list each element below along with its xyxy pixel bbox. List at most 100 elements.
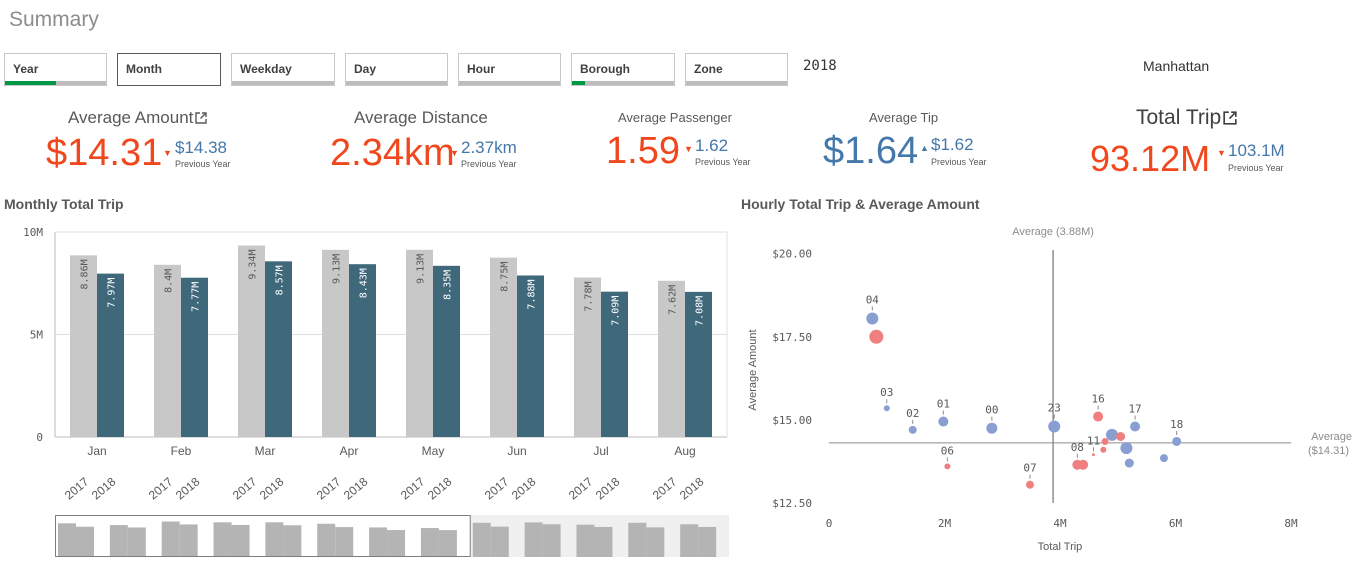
point-label: 03: [880, 386, 893, 399]
minimap-bar: [438, 530, 457, 557]
scatter-point: [869, 329, 884, 344]
bar-value-label: 8.4M: [164, 269, 175, 293]
kpi-average-distance-prev: 2.37km: [461, 138, 517, 157]
kpi-average-passenger-title: Average Passenger: [618, 110, 732, 125]
scatter-chart-title: Hourly Total Trip & Average Amount: [741, 196, 980, 212]
bar-value-label: 9.13M: [332, 254, 343, 284]
bar-value-label: 9.34M: [248, 250, 259, 280]
y-tick-label: $20.00: [772, 248, 812, 261]
x-series-label: 2017: [398, 474, 428, 502]
kpi-average-distance-title: Average Distance: [354, 108, 488, 127]
filter-weekday[interactable]: Weekday: [231, 53, 335, 86]
x-series-label: 2018: [509, 474, 539, 502]
minimap-bar: [58, 523, 76, 557]
bar-value-label: 7.08M: [695, 296, 706, 326]
filter-borough-state-bar: [572, 81, 674, 85]
filter-day-state-bar: [346, 81, 447, 85]
kpi-average-amount[interactable]: Average Amount $14.31 ▼ $14.38 Previous …: [40, 108, 260, 178]
kpi-average-distance[interactable]: Average Distance 2.34km ▼ 2.37km Previou…: [325, 108, 545, 178]
x-tick-label: 4M: [1053, 517, 1067, 530]
filter-hour[interactable]: Hour: [458, 53, 561, 86]
bar-value-label: 7.09M: [611, 296, 622, 326]
point-label: 16: [1091, 393, 1104, 406]
x-series-label: 2017: [566, 474, 596, 502]
kpi-total-trip[interactable]: Total Trip 93.12M ▼ 103.1M Previous Year: [1085, 106, 1305, 179]
kpi-average-passenger[interactable]: Average Passenger 1.59 ▼ 1.62 Previous Y…: [600, 108, 770, 178]
bar-value-label: 8.35M: [443, 270, 454, 300]
external-link-icon[interactable]: [195, 112, 208, 124]
x-category-label: May: [422, 444, 445, 458]
minimap-bar: [646, 527, 665, 557]
kpi-average-distance-value: 2.34km: [330, 132, 455, 174]
x-axis-label: Total Trip: [1038, 541, 1083, 553]
kpi-total-trip-prev: 103.1M: [1228, 141, 1285, 160]
y-tick-label: 5M: [30, 329, 44, 342]
y-tick-label: $17.50: [772, 331, 812, 344]
x-series-label: 2018: [89, 474, 119, 502]
filter-year-selected-fill: [5, 81, 56, 85]
external-link-icon[interactable]: [1223, 111, 1237, 125]
filter-borough-selected-fill: [572, 81, 586, 85]
selected-year-value: 2018: [803, 58, 837, 74]
filter-hour-state-bar: [459, 81, 560, 85]
x-series-label: 2018: [173, 474, 203, 502]
bar-value-label: 7.97M: [107, 278, 118, 308]
trend-down-icon: ▼: [163, 148, 172, 158]
minimap-bar: [317, 523, 336, 557]
reference-line-sublabel: ($14.31): [1308, 445, 1349, 457]
bar-value-label: 7.88M: [527, 279, 538, 309]
filter-year[interactable]: Year: [4, 53, 107, 86]
kpi-average-passenger-value: 1.59: [606, 130, 680, 172]
bar-value-label: 8.43M: [359, 268, 370, 298]
x-series-label: 2018: [341, 474, 371, 502]
scatter-point: [1025, 480, 1034, 489]
scatter-point: [1078, 459, 1089, 470]
selected-borough-value: Manhattan: [1143, 58, 1210, 74]
minimap-bar: [283, 525, 302, 557]
x-category-label: Feb: [171, 444, 192, 458]
scatter-point: [1159, 454, 1168, 463]
scatter-point: [1124, 458, 1134, 468]
monthly-total-trip-chart[interactable]: 10M 5M 0 8.86M 2017 7.97M 2018 Jan 8.4M 2017 7.77M…: [0, 215, 735, 565]
scatter-point: [908, 425, 917, 434]
minimap-bar: [265, 522, 284, 557]
minimap-bar: [161, 521, 180, 557]
minimap-bar: [76, 526, 94, 557]
point-label: 23: [1048, 402, 1061, 415]
minimap-bar: [576, 524, 595, 557]
point-label: 08: [1071, 441, 1084, 454]
bar-value-label: 8.75M: [500, 262, 511, 292]
filter-weekday-label: Weekday: [240, 62, 292, 76]
kpi-total-trip-value: 93.12M: [1090, 138, 1211, 179]
filter-day[interactable]: Day: [345, 53, 448, 86]
x-category-label: Jan: [87, 444, 106, 458]
filter-zone-state-bar: [686, 81, 787, 85]
hourly-scatter-chart[interactable]: $20.00 $17.50 $15.00 $12.50 0 2M 4M 6M 8M Total T…: [740, 215, 1357, 565]
point-label: 18: [1170, 418, 1183, 431]
x-series-label: 2018: [257, 474, 287, 502]
kpi-total-trip-prev-label: Previous Year: [1228, 163, 1284, 173]
kpi-average-amount-prev: $14.38: [175, 138, 227, 157]
filter-weekday-state-bar: [232, 81, 334, 85]
bar-value-label: 7.78M: [584, 282, 595, 312]
filter-borough[interactable]: Borough: [571, 53, 675, 86]
scatter-point: [938, 416, 949, 427]
kpi-average-tip-prev: $1.62: [931, 135, 974, 154]
kpi-average-tip[interactable]: Average Tip $1.64 ▲ $1.62 Previous Year: [820, 108, 1000, 178]
point-label: 02: [906, 407, 919, 420]
bar-value-label: 7.62M: [668, 285, 679, 315]
kpi-average-amount-prev-label: Previous Year: [175, 159, 231, 169]
bar-value-label: 8.86M: [80, 259, 91, 289]
scatter-point: [1116, 432, 1126, 441]
minimap-bar: [698, 526, 717, 557]
scatter-point: [1048, 420, 1061, 433]
reference-line-label: Average: [1311, 431, 1352, 443]
filter-month[interactable]: Month: [117, 53, 221, 86]
kpi-total-trip-title-text: Total Trip: [1136, 106, 1222, 129]
filter-zone[interactable]: Zone: [685, 53, 788, 86]
minimap-bar: [524, 522, 543, 557]
kpi-average-tip-title: Average Tip: [869, 110, 939, 125]
scatter-point: [1101, 437, 1109, 445]
bar-value-label: 8.57M: [275, 265, 286, 295]
x-series-label: 2017: [146, 474, 176, 502]
